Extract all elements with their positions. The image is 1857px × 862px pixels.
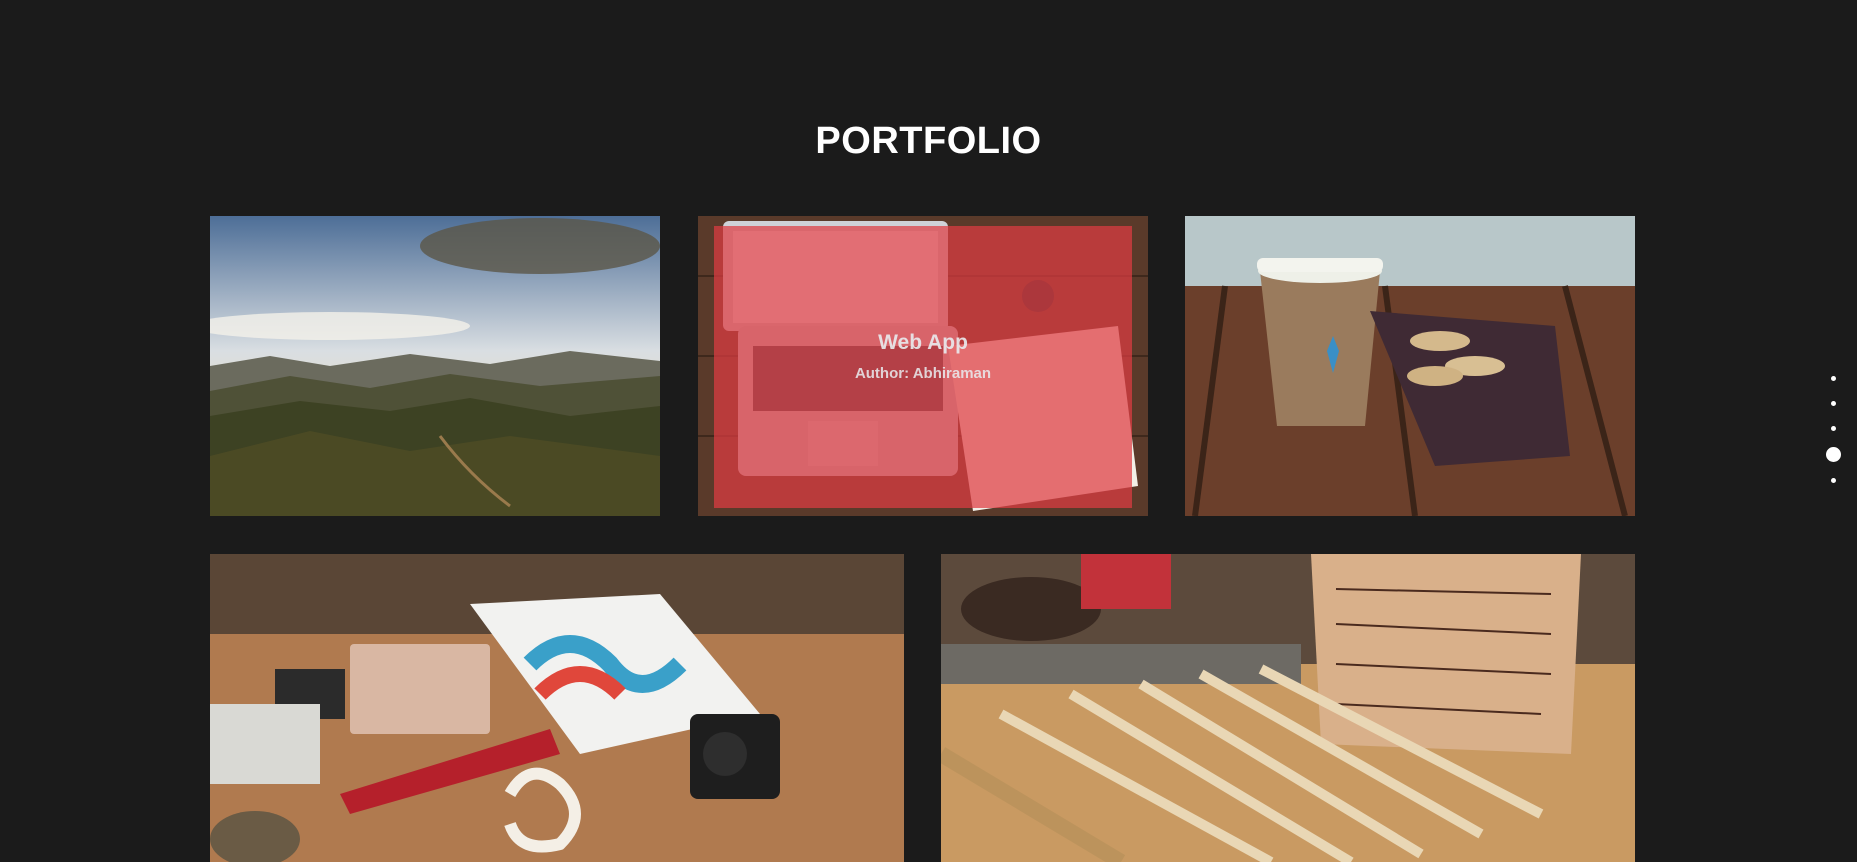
nav-dot-5[interactable]: [1830, 478, 1836, 483]
rulers-image: [941, 554, 1635, 862]
portfolio-item-flatlay[interactable]: [210, 554, 904, 862]
portfolio-page: PORTFOLIO Web App Author: Abhiraman: [0, 0, 1857, 862]
section-nav-dots: [1824, 366, 1842, 493]
portfolio-item-web-app[interactable]: Web App Author: Abhiraman: [698, 216, 1148, 516]
portfolio-item-landscape[interactable]: [210, 216, 660, 516]
nav-dot-1[interactable]: [1830, 376, 1836, 381]
section-title: PORTFOLIO: [815, 120, 1042, 162]
item-author: Author: Abhiraman: [854, 364, 992, 382]
nav-dot-4-active[interactable]: [1825, 447, 1841, 462]
flatlay-image: [210, 554, 904, 862]
item-title: Web App: [878, 330, 968, 354]
nav-dot-2[interactable]: [1830, 401, 1836, 406]
nav-dot-3[interactable]: [1830, 426, 1836, 431]
coffee-macarons-image: [1185, 216, 1635, 516]
landscape-image: [210, 216, 660, 516]
portfolio-item-rulers[interactable]: [941, 554, 1635, 862]
portfolio-item-coffee[interactable]: [1185, 216, 1635, 516]
item-hover-overlay[interactable]: Web App Author: Abhiraman: [714, 226, 1132, 508]
